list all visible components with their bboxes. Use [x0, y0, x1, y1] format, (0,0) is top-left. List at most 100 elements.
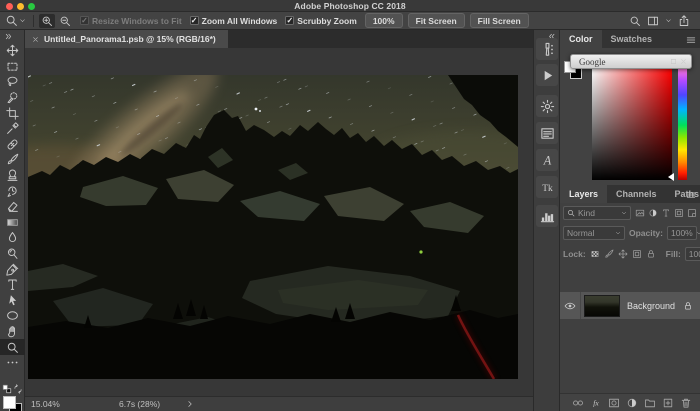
tool-gradient[interactable]: [0, 215, 25, 231]
panel-icon-character[interactable]: A: [536, 149, 558, 171]
checkbox-scrubby-zoom[interactable]: ✓Scrubby Zoom: [285, 16, 357, 26]
layers-panel-menu-icon[interactable]: [686, 190, 696, 200]
tool-eraser[interactable]: [0, 199, 25, 215]
panel-icon-typekit[interactable]: Tk: [536, 176, 558, 198]
blend-mode-combo[interactable]: Normal: [563, 226, 625, 240]
zoom-out-button[interactable]: [57, 14, 73, 28]
document-tab[interactable]: Untitled_Panorama1.psb @ 15% (RGB/16*): [25, 30, 228, 48]
zoom-tool-icon: [5, 14, 18, 27]
titlebar[interactable]: Adobe Photoshop CC 2018: [0, 0, 700, 12]
color-picker-field[interactable]: [592, 68, 672, 180]
tool-brush[interactable]: [0, 152, 25, 168]
layer-styles-icon[interactable]: fx: [590, 397, 602, 409]
tool-preset-picker[interactable]: [0, 14, 29, 27]
close-tab-icon[interactable]: [32, 36, 39, 43]
filter-type-layers-icon[interactable]: [661, 208, 671, 218]
layer-visibility-eye-icon[interactable]: [560, 292, 581, 319]
tab-layers[interactable]: Layers: [560, 185, 607, 203]
tool-eyedropper[interactable]: [0, 121, 25, 137]
tool-marquee[interactable]: [0, 59, 25, 75]
opacity-combo[interactable]: 100%: [667, 226, 697, 240]
lock-position-icon[interactable]: [618, 249, 628, 259]
expand-toolbar-icon[interactable]: [4, 32, 13, 41]
share-icon[interactable]: [678, 15, 690, 27]
swap-colors-icon[interactable]: [13, 384, 23, 394]
tools-panel: [0, 30, 25, 411]
button-100[interactable]: 100%: [365, 13, 403, 28]
button-fitscreen[interactable]: Fit Screen: [408, 13, 465, 28]
adjustment-layer-icon[interactable]: [626, 397, 638, 409]
tool-quick-select[interactable]: [0, 90, 25, 106]
panel-icon-adjustments[interactable]: [536, 95, 558, 117]
layer-thumbnail[interactable]: [584, 295, 620, 317]
tool-dodge[interactable]: [0, 246, 25, 262]
link-layers-icon[interactable]: [572, 397, 584, 409]
tool-ellipse[interactable]: [0, 308, 25, 324]
filter-smart-objects-icon[interactable]: [687, 208, 697, 218]
panel-icon-clone-source[interactable]: [536, 122, 558, 144]
tool-clone-stamp[interactable]: [0, 168, 25, 184]
layer-filter-combo[interactable]: Kind: [563, 206, 631, 220]
workspace-switcher-icon[interactable]: [647, 15, 659, 27]
foreground-color-swatch[interactable]: [3, 396, 16, 409]
panel-icon-histogram[interactable]: [536, 205, 558, 227]
options-bar: ✓Resize Windows to Fit ✓Zoom All Windows ✓…: [0, 12, 700, 30]
button-fillscreen[interactable]: Fill Screen: [470, 13, 529, 28]
window-title: Adobe Photoshop CC 2018: [0, 1, 700, 11]
tool-zoom[interactable]: [0, 339, 25, 355]
tab-channels[interactable]: Channels: [607, 185, 666, 203]
tool-type[interactable]: [0, 277, 25, 293]
zoom-in-button[interactable]: [39, 14, 55, 28]
document-tab-bar: Untitled_Panorama1.psb @ 15% (RGB/16*): [25, 30, 533, 48]
tool-hand[interactable]: [0, 324, 25, 340]
hue-slider[interactable]: [678, 68, 687, 180]
document-area: Untitled_Panorama1.psb @ 15% (RGB/16*): [25, 30, 533, 411]
svg-text:Tk: Tk: [542, 183, 553, 193]
tab-swatches[interactable]: Swatches: [602, 30, 662, 48]
right-panels: ColorSwatches LayersChannelsPaths Kind: [560, 30, 700, 411]
checkbox-zoom-all-windows[interactable]: ✓Zoom All Windows: [190, 16, 278, 26]
filter-adjustment-layers-icon[interactable]: [648, 208, 658, 218]
canvas-image[interactable]: [28, 75, 518, 379]
layer-row[interactable]: Background: [560, 292, 700, 319]
restore-window-icon[interactable]: [670, 58, 677, 65]
search-icon[interactable]: [629, 15, 641, 27]
tool-healing[interactable]: [0, 137, 25, 153]
lock-all-icon[interactable]: [646, 249, 656, 259]
fill-combo[interactable]: 100%: [685, 247, 700, 261]
tool-crop[interactable]: [0, 105, 25, 121]
tool-blur[interactable]: [0, 230, 25, 246]
panel-icon-brush-settings[interactable]: [536, 38, 558, 60]
color-panel-tabs: ColorSwatches: [560, 30, 700, 48]
photoshop-window: Adobe Photoshop CC 2018 ✓Resize Windows …: [0, 0, 700, 411]
default-colors-icon[interactable]: [2, 384, 12, 394]
filter-shape-layers-icon[interactable]: [674, 208, 684, 218]
lock-artboard-icon[interactable]: [632, 249, 642, 259]
tab-color[interactable]: Color: [560, 30, 602, 48]
search-icon: [567, 209, 575, 217]
new-layer-icon[interactable]: [662, 397, 674, 409]
tool-pen[interactable]: [0, 261, 25, 277]
lock-label: Lock:: [563, 249, 586, 259]
lock-transparent-icon[interactable]: [590, 249, 600, 259]
checkbox-resize-windows-to-fit[interactable]: ✓Resize Windows to Fit: [80, 16, 182, 26]
zoom-out-icon: [59, 15, 71, 27]
status-zoom-field[interactable]: 15.04%: [31, 399, 83, 409]
layers-bottom-bar: fx: [560, 393, 700, 411]
filter-pixel-layers-icon[interactable]: [635, 208, 645, 218]
tool-path-select[interactable]: [0, 293, 25, 309]
layer-mask-icon[interactable]: [608, 397, 620, 409]
tool-move[interactable]: [0, 43, 25, 59]
layer-group-icon[interactable]: [644, 397, 656, 409]
status-menu-icon[interactable]: [186, 400, 194, 408]
lock-paint-icon[interactable]: [604, 249, 614, 259]
delete-layer-icon[interactable]: [680, 397, 692, 409]
panel-icon-actions[interactable]: [536, 64, 558, 86]
color-panel-menu-icon[interactable]: [686, 35, 696, 45]
tool-history-brush[interactable]: [0, 183, 25, 199]
close-window-icon[interactable]: [680, 58, 687, 65]
google-floating-window[interactable]: Google: [570, 54, 692, 69]
tool-lasso[interactable]: [0, 74, 25, 90]
fill-label: Fill:: [666, 249, 681, 259]
edit-toolbar-ellipsis[interactable]: [0, 355, 25, 371]
